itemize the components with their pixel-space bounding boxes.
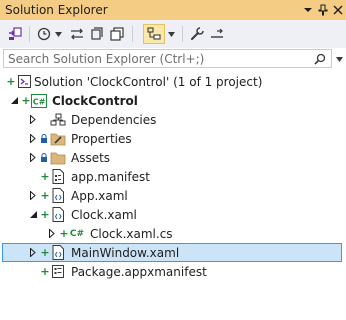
tree-item-label: Properties xyxy=(71,131,132,146)
solution-label: Solution 'ClockControl' (1 of 1 project) xyxy=(34,74,263,89)
project-label: ClockControl xyxy=(52,93,138,108)
preview-selected-items-icon[interactable] xyxy=(208,24,226,44)
pending-add-icon: + xyxy=(59,227,69,240)
properties-wrench-icon[interactable] xyxy=(188,24,206,44)
tree-row-app-manifest[interactable]: + app.manifest xyxy=(0,167,346,186)
history-dropdown-icon[interactable] xyxy=(53,24,63,44)
tree-item-label: Assets xyxy=(71,150,111,165)
pending-add-icon: + xyxy=(40,246,50,259)
filter-dropdown-icon[interactable] xyxy=(166,24,176,44)
package-manifest-icon xyxy=(50,262,66,281)
search-input[interactable] xyxy=(8,50,308,67)
tree-item-label: Clock.xaml xyxy=(71,207,137,222)
pending-add-icon: + xyxy=(40,265,50,278)
toolbar-separator xyxy=(182,26,183,42)
tree-item-label: Dependencies xyxy=(71,112,157,127)
window-title: Solution Explorer xyxy=(5,3,108,17)
project-badge-text: C# xyxy=(33,97,46,106)
collapsed-chevron-icon[interactable] xyxy=(28,186,38,205)
title-bar: Solution Explorer xyxy=(0,0,346,20)
close-icon[interactable] xyxy=(330,2,346,18)
cs-badge: C# xyxy=(69,228,85,239)
collapsed-chevron-icon[interactable] xyxy=(28,243,38,262)
tree-row-clock-xaml[interactable]: + Clock.xaml xyxy=(0,205,346,224)
collapsed-chevron-icon[interactable] xyxy=(28,129,38,148)
solution-tree: + Solution 'ClockControl' (1 of 1 projec… xyxy=(0,70,346,320)
pin-icon[interactable] xyxy=(315,2,331,18)
search-box xyxy=(3,49,332,68)
collapsed-chevron-icon[interactable] xyxy=(28,148,38,167)
tree-row-package-appxmanifest[interactable]: + Package.appxmanifest xyxy=(0,262,346,281)
folder-icon xyxy=(50,148,66,167)
pending-add-icon: + xyxy=(40,208,50,221)
lock-icon xyxy=(39,129,49,148)
pending-add-icon: + xyxy=(6,75,16,88)
tree-item-label: App.xaml xyxy=(71,188,128,203)
switch-views-icon[interactable] xyxy=(6,24,24,44)
refresh-icon[interactable] xyxy=(88,24,106,44)
tree-row-project[interactable]: + C# ClockControl xyxy=(0,91,346,110)
pending-add-icon: + xyxy=(40,189,50,202)
expanded-chevron-icon[interactable] xyxy=(28,205,38,224)
tree-row-assets[interactable]: Assets xyxy=(0,148,346,167)
collapsed-chevron-icon[interactable] xyxy=(47,224,57,243)
tree-row-properties[interactable]: Properties xyxy=(0,129,346,148)
toolbar xyxy=(0,20,346,48)
lock-icon xyxy=(39,148,49,167)
window-position-icon[interactable] xyxy=(300,2,316,18)
toolbar-separator xyxy=(29,26,30,42)
toolbar-separator xyxy=(132,26,133,42)
sync-with-document-icon[interactable] xyxy=(68,24,86,44)
collapsed-chevron-icon[interactable] xyxy=(28,110,38,129)
tree-row-dependencies[interactable]: Dependencies xyxy=(0,110,346,129)
solution-icon xyxy=(16,72,32,91)
tree-row-solution[interactable]: + Solution 'ClockControl' (1 of 1 projec… xyxy=(0,72,346,91)
tree-row-clock-xaml-cs[interactable]: + C# Clock.xaml.cs xyxy=(0,224,346,243)
search-options-dropdown-icon[interactable] xyxy=(334,53,344,65)
tree-item-label: Clock.xaml.cs xyxy=(90,226,173,241)
xaml-file-icon xyxy=(50,205,66,224)
tree-item-label: Package.appxmanifest xyxy=(71,264,207,279)
properties-folder-wrench-icon xyxy=(50,129,66,148)
history-icon[interactable] xyxy=(35,24,53,44)
pending-add-icon: + xyxy=(40,170,50,183)
collapse-all-icon[interactable] xyxy=(108,24,126,44)
expanded-chevron-icon[interactable] xyxy=(9,91,19,110)
xaml-file-icon xyxy=(50,186,66,205)
tree-row-app-xaml[interactable]: + App.xaml xyxy=(0,186,346,205)
csharp-project-icon: C# xyxy=(31,91,47,110)
xaml-file-icon xyxy=(50,243,66,262)
tree-item-label: app.manifest xyxy=(71,169,150,184)
pending-add-icon: + xyxy=(21,94,31,107)
manifest-file-icon xyxy=(50,167,66,186)
tree-row-mainwindow-xaml[interactable]: + MainWindow.xaml xyxy=(0,243,346,262)
dependencies-icon xyxy=(50,110,66,129)
csharp-file-icon: C# xyxy=(69,224,85,243)
show-all-files-icon[interactable] xyxy=(143,24,165,44)
tree-item-label: MainWindow.xaml xyxy=(71,245,180,260)
search-icon[interactable] xyxy=(313,51,327,66)
